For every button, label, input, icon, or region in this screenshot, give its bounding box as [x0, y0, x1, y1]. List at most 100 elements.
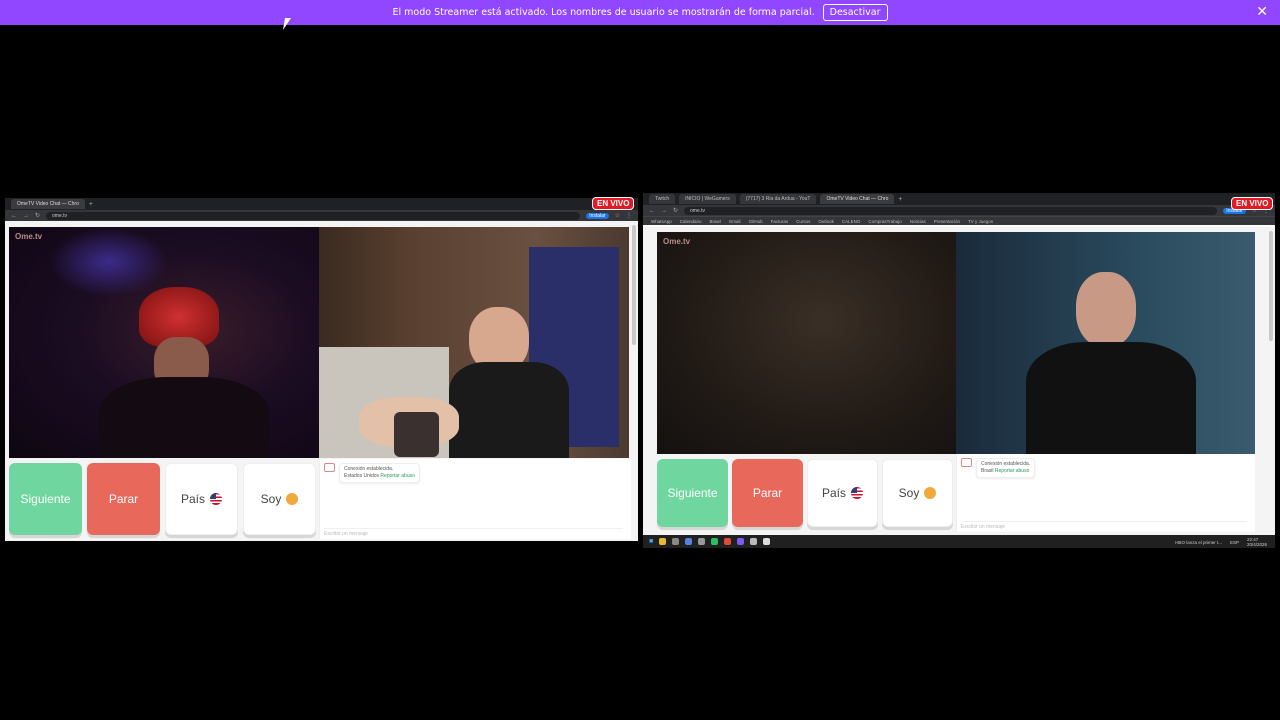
gender-button[interactable]: Soy: [243, 463, 316, 535]
stop-button[interactable]: Parar: [732, 459, 803, 527]
stranger-video: Ome.tv: [9, 227, 319, 458]
live-badge-right: EN VIVO: [1231, 197, 1274, 210]
scrollbar[interactable]: [1269, 231, 1273, 341]
chat-system-icon: [961, 458, 972, 467]
spotify-icon[interactable]: [711, 538, 719, 545]
deactivate-button[interactable]: Desactivar: [822, 4, 888, 21]
ometv-logo: Ome.tv: [15, 232, 43, 241]
streamer-mode-banner: El modo Streamer está activado. Los nomb…: [0, 0, 1280, 25]
windows-start-icon[interactable]: ■: [649, 538, 653, 545]
bookmark[interactable]: TV y Juegos: [968, 219, 993, 224]
own-video: [956, 232, 1255, 454]
tab-bar: OmeTV Video Chat — Chro +: [5, 198, 638, 210]
bookmark[interactable]: CALENO: [842, 219, 861, 224]
next-button[interactable]: Siguiente: [9, 463, 82, 535]
back-icon[interactable]: ←: [11, 213, 17, 219]
boy-avatar-icon: [924, 487, 937, 499]
chat-panel: Conexión establecida. Brasil Reportar ab…: [956, 454, 1255, 532]
report-abuse-link[interactable]: Reportar abuso: [380, 473, 414, 479]
browser-tab[interactable]: (7717) 3 Ria da Ardua - YouT: [739, 194, 817, 204]
right-browser-window: Twitch INICIO | WeGamers (7717) 3 Ria da…: [643, 193, 1275, 548]
bookmark[interactable]: Presentación: [934, 219, 960, 224]
language-indicator[interactable]: ESP: [1230, 540, 1239, 545]
bookmark[interactable]: Noticias: [910, 219, 926, 224]
bookmark[interactable]: Brawl: [710, 219, 721, 224]
ometv-page: Ome.tv Siguiente Parar País Soy Conexión…: [643, 227, 1275, 535]
next-button[interactable]: Siguiente: [657, 459, 728, 527]
app-icon[interactable]: [763, 538, 771, 545]
gender-label: Soy: [260, 492, 282, 506]
camera-icon[interactable]: [672, 538, 680, 545]
system-message: Conexión establecida. Brasil Reportar ab…: [976, 458, 1036, 478]
browser-tab[interactable]: Twitch: [649, 194, 676, 204]
clock-date: 20/4/2026: [1246, 542, 1267, 547]
browser-tab[interactable]: INICIO | WeGamers: [679, 194, 736, 204]
install-button[interactable]: Instalar: [586, 212, 609, 219]
left-browser-window: OmeTV Video Chat — Chro + ← → ↻ ome.tv I…: [5, 198, 638, 541]
bookmark[interactable]: GitHub: [749, 219, 763, 224]
back-icon[interactable]: ←: [649, 208, 655, 214]
browser-tab[interactable]: OmeTV Video Chat — Chro: [820, 194, 895, 204]
report-abuse-link[interactable]: Reportar abuso: [995, 468, 1029, 474]
chat-input[interactable]: Escribir un mensaje: [324, 528, 623, 537]
new-tab-icon[interactable]: +: [89, 201, 93, 208]
obs-icon[interactable]: [737, 538, 745, 545]
banner-message: El modo Streamer está activado. Los nomb…: [392, 7, 815, 18]
settings-icon[interactable]: [698, 538, 706, 545]
bookmark[interactable]: Cursos: [796, 219, 810, 224]
own-video: [319, 227, 629, 458]
stranger-video: Ome.tv: [657, 232, 956, 454]
country-label: País: [821, 486, 846, 500]
connection-status: Conexión establecida.: [981, 461, 1031, 467]
news-notification[interactable]: HBO lanza el primer t...: [1175, 540, 1222, 545]
stop-button[interactable]: Parar: [87, 463, 160, 535]
country-button[interactable]: País: [807, 459, 878, 527]
reload-icon[interactable]: ↻: [35, 212, 40, 219]
bookmarks-bar: WhatsApp Calendario Brawl Gmail GitHub F…: [643, 216, 1275, 225]
star-icon[interactable]: ☆: [615, 212, 620, 219]
bookmark[interactable]: Calendario: [680, 219, 702, 224]
gender-button[interactable]: Soy: [882, 459, 953, 527]
boy-avatar-icon: [286, 493, 299, 505]
forward-icon[interactable]: →: [661, 208, 667, 214]
stranger-country: Estados Unidos: [344, 473, 380, 479]
chat-panel: Conexión establecida. Estados Unidos Rep…: [319, 459, 631, 539]
mouse-cursor-icon: [282, 18, 292, 30]
us-flag-icon: [210, 493, 222, 505]
scrollbar[interactable]: [632, 225, 636, 345]
tab-bar: Twitch INICIO | WeGamers (7717) 3 Ria da…: [643, 193, 1275, 205]
url-field[interactable]: ome.tv: [46, 211, 581, 220]
bookmark[interactable]: Gmail: [729, 219, 741, 224]
next-label: Siguiente: [667, 486, 718, 500]
gender-label: Soy: [898, 486, 920, 500]
windows-taskbar: ■ HBO lanza el primer t... ESP 22:47 20/…: [643, 535, 1275, 548]
file-explorer-icon[interactable]: [659, 538, 667, 545]
chat-input[interactable]: Escribir un mensaje: [961, 521, 1247, 530]
us-flag-icon: [851, 487, 863, 499]
chat-system-icon: [324, 463, 335, 472]
ometv-logo: Ome.tv: [663, 237, 691, 246]
connection-status: Conexión establecida.: [344, 466, 394, 472]
close-icon[interactable]: ✕: [1256, 4, 1268, 20]
menu-icon[interactable]: ⋮: [626, 212, 632, 219]
url-field[interactable]: ome.tv: [684, 206, 1218, 215]
system-tray: HBO lanza el primer t... ESP 22:47 20/4/…: [1175, 537, 1267, 547]
next-label: Siguiente: [20, 492, 71, 506]
browser-tab[interactable]: OmeTV Video Chat — Chro: [11, 199, 85, 209]
steam-icon[interactable]: [750, 538, 758, 545]
ometv-page: Ome.tv Siguiente Parar País Soy Conexión…: [5, 221, 638, 541]
streamer-face: [1076, 272, 1136, 347]
reload-icon[interactable]: ↻: [673, 207, 678, 214]
chrome-icon[interactable]: [724, 538, 732, 545]
discord-icon[interactable]: [685, 538, 693, 545]
bookmark[interactable]: ComprasTrabajo: [868, 219, 901, 224]
bookmark[interactable]: Facturas: [771, 219, 789, 224]
bookmark[interactable]: WhatsApp: [651, 219, 672, 224]
address-bar: ← → ↻ ome.tv Instalar ☆ ⋮: [5, 210, 638, 221]
new-tab-icon[interactable]: +: [898, 196, 902, 203]
forward-icon[interactable]: →: [23, 213, 29, 219]
country-button[interactable]: País: [165, 463, 238, 535]
live-badge-left: EN VIVO: [592, 197, 635, 210]
system-message: Conexión establecida. Estados Unidos Rep…: [339, 463, 420, 483]
bookmark[interactable]: Outlook: [818, 219, 834, 224]
